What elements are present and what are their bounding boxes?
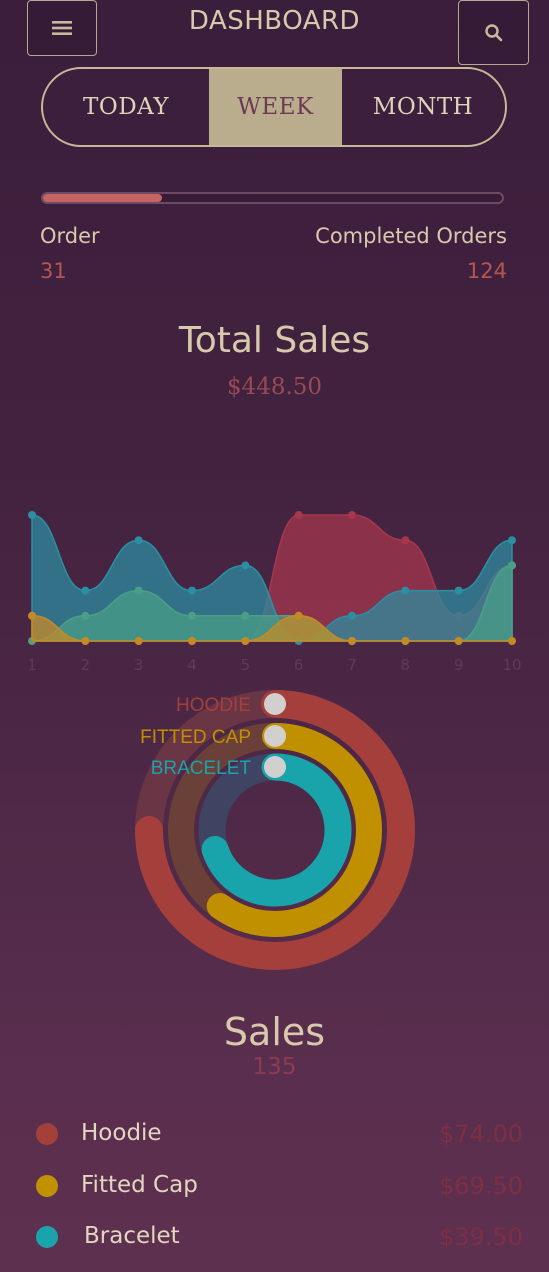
search-button[interactable] [458,0,529,65]
legend-row-fitted-cap: Fitted Cap $69.50 [0,1168,549,1208]
ring-knob [264,725,286,747]
x-tick-label: 3 [134,656,144,674]
order-label: Order [40,224,100,248]
data-point [241,561,250,570]
legend-dot [36,1123,58,1145]
tab-month[interactable]: MONTH [342,69,504,145]
ring-label: FITTED CAP [140,727,251,748]
legend-name: Hoodie [81,1120,162,1146]
x-tick-label: 8 [401,656,411,674]
ring-knob [264,756,286,778]
data-point [401,637,410,645]
data-point [348,637,356,645]
orders-progress-bar [41,192,504,204]
legend-dot [36,1175,58,1197]
data-point [348,611,356,620]
product-donut-chart: HOODIE FITTED CAP BRACELET [135,690,415,970]
data-point [294,611,303,620]
data-point [188,586,196,595]
x-tick-label: 5 [241,656,251,674]
completed-orders-label: Completed Orders [315,224,507,248]
data-point [508,637,516,645]
data-point [241,637,250,645]
data-point [454,637,463,645]
legend-name: Bracelet [84,1223,180,1249]
data-point [28,611,36,620]
total-sales-value: $448.50 [226,374,323,400]
legend-price: $69.50 [439,1172,523,1200]
legend-row-hoodie: Hoodie $74.00 [0,1117,549,1157]
data-point [134,637,143,645]
legend-name: Fitted Cap [81,1172,198,1198]
total-sales-title: Total Sales [178,320,371,361]
data-point [294,511,303,519]
data-point [401,536,410,545]
data-point [134,586,143,595]
data-point [81,637,90,645]
data-point [348,511,356,519]
period-selector: TODAY WEEK MONTH [41,67,507,147]
x-tick-label: 7 [347,656,357,674]
data-point [508,561,516,570]
x-tick-label: 1 [27,656,37,674]
search-icon [484,23,502,41]
legend-price: $74.00 [439,1120,523,1148]
ring-label: BRACELET [151,758,252,779]
order-value: 31 [40,259,67,283]
data-point [188,637,196,645]
legend-dot [36,1226,58,1248]
ring-knob [264,693,286,715]
x-tick-label: 10 [502,656,521,674]
sales-title: Sales [223,1010,326,1054]
ring-label: HOODIE [176,695,251,716]
data-point [28,511,36,519]
x-tick-label: 2 [81,656,91,674]
x-tick-label: 6 [294,656,304,674]
sales-value: 135 [252,1054,297,1080]
sales-area-chart: 1 2 3 4 5 6 7 8 9 10 [27,511,522,674]
data-point [134,536,143,545]
completed-orders-value: 124 [466,259,507,283]
data-point [454,586,463,595]
x-tick-label: 9 [454,656,464,674]
data-point [401,586,410,595]
data-point [81,611,90,620]
data-point [508,536,516,545]
legend-price: $39.50 [439,1223,523,1251]
tab-today[interactable]: TODAY [43,69,209,145]
data-point [81,586,90,595]
data-point [241,611,250,620]
tab-week[interactable]: WEEK [209,69,342,145]
legend-row-bracelet: Bracelet $39.50 [0,1219,549,1259]
orders-progress-fill [43,194,163,202]
x-tick-label: 4 [187,656,197,674]
data-point [188,611,196,620]
